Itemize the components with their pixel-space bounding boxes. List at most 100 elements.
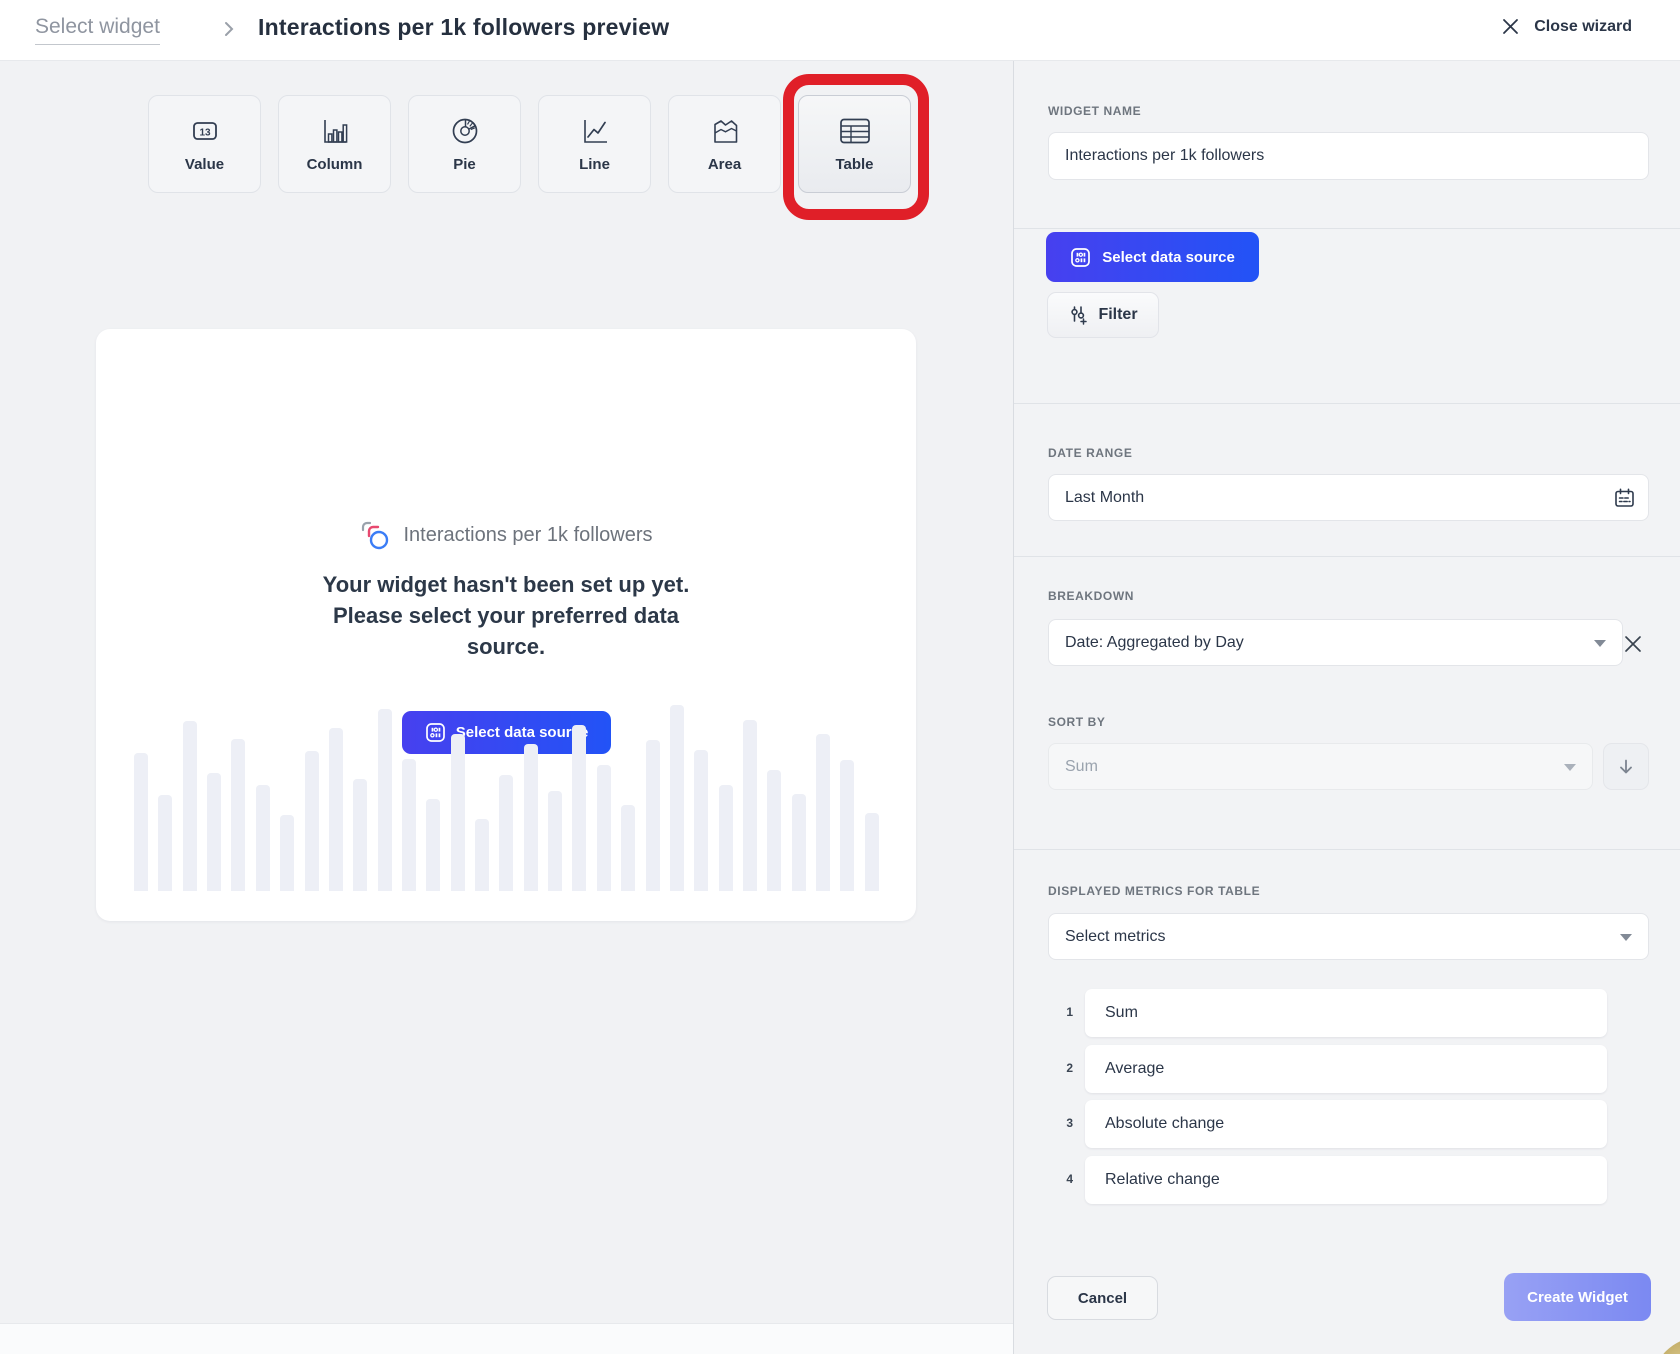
breakdown-value: Date: Aggregated by Day [1065, 634, 1244, 652]
metric-order-number: 2 [1047, 1061, 1073, 1075]
table-icon [839, 115, 871, 147]
metric-label: Relative change [1105, 1171, 1220, 1189]
settings-sidebar: WIDGET NAME Select data source Filter DA… [1013, 61, 1680, 1354]
decorative-bar [280, 815, 294, 891]
widget-type-label: Column [307, 156, 363, 173]
sort-direction-button[interactable] [1603, 743, 1649, 790]
decorative-bar [621, 805, 635, 891]
column-chart-icon [320, 115, 350, 147]
metric-row-average[interactable]: Average [1085, 1045, 1607, 1093]
decorative-bar [548, 791, 562, 891]
decorative-bar [256, 785, 270, 891]
filter-icon [1068, 304, 1089, 326]
widget-name-label: WIDGET NAME [1048, 104, 1141, 118]
decorative-bar [767, 770, 781, 891]
widget-type-line[interactable]: Line [538, 95, 651, 193]
preview-widget-title: Interactions per 1k followers [403, 524, 652, 547]
metric-order-number: 3 [1047, 1116, 1073, 1130]
sort-by-label: SORT BY [1048, 715, 1106, 729]
decorative-bar [158, 795, 172, 891]
calendar-icon[interactable] [1613, 486, 1636, 509]
filter-button[interactable]: Filter [1047, 292, 1159, 338]
sidebar-select-data-source-button[interactable]: Select data source [1046, 232, 1259, 282]
chevron-down-icon [1620, 934, 1632, 941]
decorative-bar [499, 775, 513, 891]
breakdown-clear-icon[interactable] [1622, 633, 1648, 655]
breadcrumb-select-widget[interactable]: Select widget [35, 15, 160, 45]
top-bar: Select widget Interactions per 1k follow… [0, 0, 1680, 61]
metric-label: Sum [1105, 1004, 1138, 1022]
widget-type-pie[interactable]: Pie [408, 95, 521, 193]
select-metrics-placeholder: Select metrics [1065, 928, 1165, 946]
metric-row-sum[interactable]: Sum [1085, 989, 1607, 1037]
widget-wizard: Select widget Interactions per 1k follow… [0, 0, 1680, 1354]
decorative-bar-chart [134, 701, 879, 891]
pie-chart-icon [450, 115, 480, 147]
filter-label: Filter [1098, 306, 1137, 324]
empty-state-message: Your widget hasn't been set up yet. Plea… [96, 569, 916, 662]
section-divider [1014, 228, 1680, 229]
decorative-bar [572, 725, 586, 891]
section-divider [1014, 849, 1680, 850]
cancel-button[interactable]: Cancel [1047, 1276, 1158, 1320]
metric-row-relative-change[interactable]: Relative change [1085, 1156, 1607, 1204]
decorative-bar [329, 728, 343, 891]
value-icon: 13 [189, 115, 221, 147]
decorative-bar [134, 753, 148, 891]
decorative-bar [646, 740, 660, 891]
decorative-bar [305, 751, 319, 891]
decorative-bar [451, 734, 465, 891]
breakdown-select[interactable]: Date: Aggregated by Day [1048, 619, 1623, 666]
select-metrics-dropdown[interactable]: Select metrics [1048, 913, 1649, 960]
breadcrumb-chevron-icon [222, 18, 236, 40]
sort-by-value: Sum [1065, 758, 1098, 776]
decorative-bar [597, 765, 611, 891]
decorative-bar [792, 794, 806, 891]
breakdown-label: BREAKDOWN [1048, 589, 1134, 603]
widget-type-column[interactable]: Column [278, 95, 391, 193]
metric-row-absolute-change[interactable]: Absolute change [1085, 1100, 1607, 1148]
metric-label: Absolute change [1105, 1115, 1224, 1133]
widget-type-label: Area [708, 156, 741, 173]
decorative-bar [353, 779, 367, 891]
widget-type-table[interactable]: Table [798, 95, 911, 193]
create-widget-button[interactable]: Create Widget [1504, 1273, 1651, 1321]
decorative-bar [426, 799, 440, 891]
decorative-bar [743, 720, 757, 891]
widget-type-area[interactable]: Area [668, 95, 781, 193]
close-wizard-button[interactable]: Close wizard [1501, 17, 1632, 36]
line-chart-icon [580, 115, 610, 147]
displayed-metrics-label: DISPLAYED METRICS FOR TABLE [1048, 884, 1260, 898]
widget-type-value[interactable]: 13 Value [148, 95, 261, 193]
data-source-icon [1070, 247, 1091, 268]
sort-by-select[interactable]: Sum [1048, 743, 1593, 790]
widget-logo-icon [359, 519, 391, 551]
metric-order-number: 1 [1047, 1005, 1073, 1019]
widget-type-label: Table [835, 156, 873, 173]
date-range-field[interactable]: Last Month [1048, 474, 1649, 521]
metric-label: Average [1105, 1060, 1164, 1078]
widget-type-label: Value [185, 156, 224, 173]
decorative-bar [475, 819, 489, 891]
decorative-bar [865, 813, 879, 891]
metric-order-number: 4 [1047, 1172, 1073, 1186]
chevron-down-icon [1564, 764, 1576, 771]
section-divider [1014, 556, 1680, 557]
canvas-footer-strip [0, 1323, 1014, 1354]
svg-text:13: 13 [199, 128, 211, 139]
decorative-bar [402, 759, 416, 891]
decorative-bar [816, 734, 830, 891]
close-icon [1501, 17, 1520, 36]
sidebar-select-data-source-label: Select data source [1102, 249, 1235, 266]
decorative-bar [670, 705, 684, 891]
decorative-bar [840, 760, 854, 891]
widget-name-input[interactable] [1048, 132, 1649, 180]
widget-type-label: Pie [453, 156, 476, 173]
decorative-bar [524, 744, 538, 891]
date-range-value: Last Month [1065, 489, 1144, 507]
decorative-bar [694, 750, 708, 891]
widget-preview-card: Interactions per 1k followers Your widge… [96, 329, 916, 921]
page-title: Interactions per 1k followers preview [258, 14, 669, 41]
decorative-bar [719, 785, 733, 891]
decorative-bar [231, 739, 245, 891]
